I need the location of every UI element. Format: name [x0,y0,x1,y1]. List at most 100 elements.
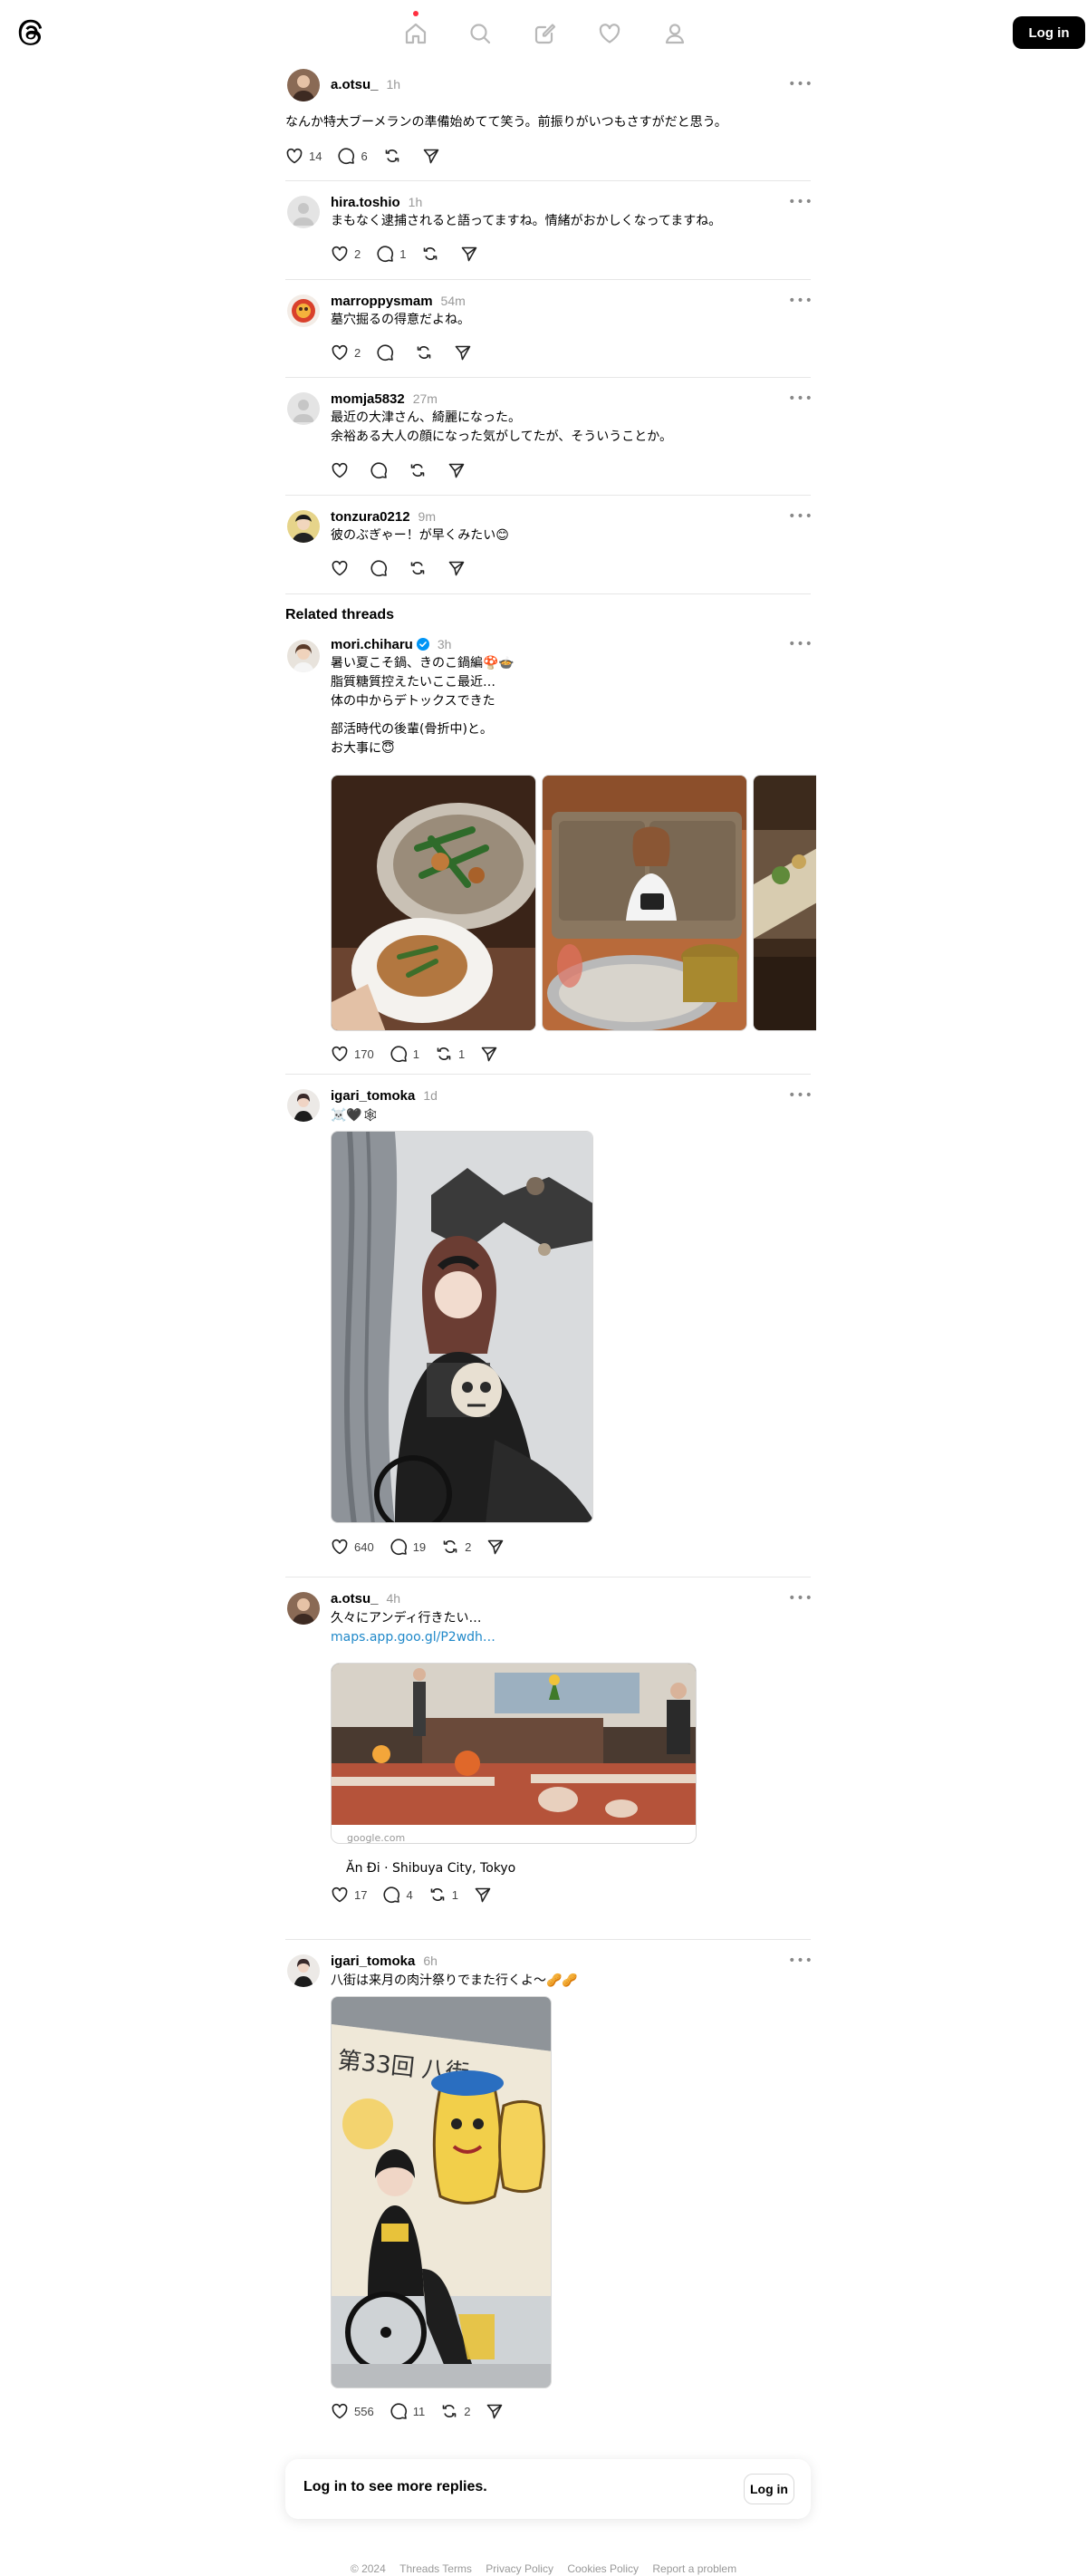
username[interactable]: a.otsu_ [331,1591,379,1606]
nav-home[interactable] [393,11,438,56]
comment-button[interactable]: 1 [376,245,406,263]
repost-button[interactable]: 1 [435,1045,465,1063]
username[interactable]: mori.chiharu [331,637,413,652]
nav-compose[interactable] [523,11,568,56]
threads-logo-icon[interactable] [17,18,44,47]
avatar[interactable] [287,196,320,228]
like-button[interactable] [331,559,354,577]
repost-button[interactable]: 2 [441,1538,471,1556]
more-options-icon[interactable]: ••• [788,1951,813,1971]
more-options-icon[interactable]: ••• [788,1085,813,1105]
share-button[interactable] [454,343,472,362]
like-button[interactable] [331,461,354,479]
share-button[interactable] [447,461,466,479]
footer-link-cookies[interactable]: Cookies Policy [567,2562,639,2575]
footer-link-report[interactable]: Report a problem [652,2562,736,2575]
like-button[interactable]: 170 [331,1045,374,1063]
timestamp[interactable]: 6h [423,1954,438,1968]
repost-button[interactable] [409,559,432,577]
post-photo[interactable] [331,775,536,1031]
avatar[interactable] [287,1089,320,1122]
avatar[interactable] [287,294,320,327]
repost-button[interactable] [383,147,407,165]
nav-search[interactable] [457,11,503,56]
footer-link-terms[interactable]: Threads Terms [399,2562,472,2575]
comment-button[interactable] [370,461,393,479]
timestamp[interactable]: 1h [387,77,401,92]
like-button[interactable]: 556 [331,2402,374,2420]
avatar[interactable] [287,510,320,543]
share-button[interactable] [480,1045,498,1063]
repost-button[interactable]: 1 [428,1886,458,1904]
login-button[interactable]: Log in [1013,16,1085,49]
more-options-icon[interactable]: ••• [788,291,813,311]
post-photo[interactable] [542,775,747,1031]
username[interactable]: marroppysmam [331,294,433,309]
nav-profile[interactable] [652,11,697,56]
post-photo[interactable]: 第33回 八街 [331,1996,552,2388]
post-text: まもなく逮捕されると語ってますね。情緒がおかしくなってますね。 [331,214,722,228]
avatar[interactable] [287,1954,320,1987]
username[interactable]: momja5832 [331,391,405,407]
more-options-icon[interactable]: ••• [788,1588,813,1608]
timestamp[interactable]: 9m [418,509,436,524]
repost-button[interactable] [421,245,445,263]
comment-button[interactable]: 6 [337,147,368,165]
search-icon [470,24,491,44]
like-button[interactable]: 2 [331,343,361,362]
more-options-icon[interactable]: ••• [788,192,813,212]
more-options-icon[interactable]: ••• [788,74,813,94]
related-thread: Related threads mori.chiharu 3h ••• 暑い夏こ… [285,594,816,1075]
avatar[interactable] [287,69,320,101]
login-to-see-replies-button[interactable]: Log in [744,2474,794,2504]
comment-button[interactable]: 4 [382,1886,413,1904]
share-button[interactable] [486,1538,505,1556]
link-title[interactable]: Ăn Đi · Shibuya City, Tokyo [346,1861,515,1876]
share-button[interactable] [422,147,440,165]
repost-button[interactable]: 2 [440,2402,470,2420]
like-button[interactable]: 14 [285,147,322,165]
more-options-icon[interactable]: ••• [788,507,813,526]
avatar[interactable] [287,1592,320,1625]
repost-button[interactable] [409,461,432,479]
repost-button[interactable] [415,343,438,362]
share-button[interactable] [486,2402,504,2420]
more-options-icon[interactable]: ••• [788,389,813,409]
like-count: 2 [354,345,361,360]
like-count: 14 [309,149,322,163]
comment-icon [377,246,394,263]
share-button[interactable] [460,245,478,263]
comment-button[interactable] [376,343,399,362]
comment-button[interactable]: 1 [390,1045,419,1063]
timestamp[interactable]: 1d [423,1088,438,1103]
footer-link-privacy[interactable]: Privacy Policy [486,2562,553,2575]
share-button[interactable] [474,1886,492,1904]
nav-activity[interactable] [587,11,632,56]
avatar[interactable] [287,640,320,672]
comment-button[interactable]: 11 [390,2402,425,2420]
comment-button[interactable] [370,559,393,577]
post-photo[interactable] [753,775,816,1031]
username[interactable]: igari_tomoka [331,1088,415,1104]
timestamp[interactable]: 4h [387,1591,401,1606]
like-button[interactable]: 2 [331,245,361,263]
username[interactable]: igari_tomoka [331,1954,415,1969]
comment-button[interactable]: 19 [390,1538,426,1556]
timestamp[interactable]: 27m [413,391,438,406]
share-icon [423,149,439,164]
post-photo[interactable] [331,1131,593,1523]
link-preview-card[interactable]: google.com [331,1663,697,1844]
more-options-icon[interactable]: ••• [788,634,813,654]
timestamp[interactable]: 3h [438,637,452,651]
avatar[interactable] [287,392,320,425]
like-button[interactable]: 17 [331,1886,367,1904]
username[interactable]: a.otsu_ [331,77,379,92]
share-button[interactable] [447,559,466,577]
post-link[interactable]: maps.app.goo.gl/P2wdh… [331,1628,811,1647]
like-button[interactable]: 640 [331,1538,374,1556]
username[interactable]: tonzura0212 [331,509,410,525]
timestamp[interactable]: 54m [441,294,466,308]
post-header: marroppysmam 54m ••• [331,291,813,311]
username[interactable]: hira.toshio [331,195,400,210]
timestamp[interactable]: 1h [409,195,423,209]
